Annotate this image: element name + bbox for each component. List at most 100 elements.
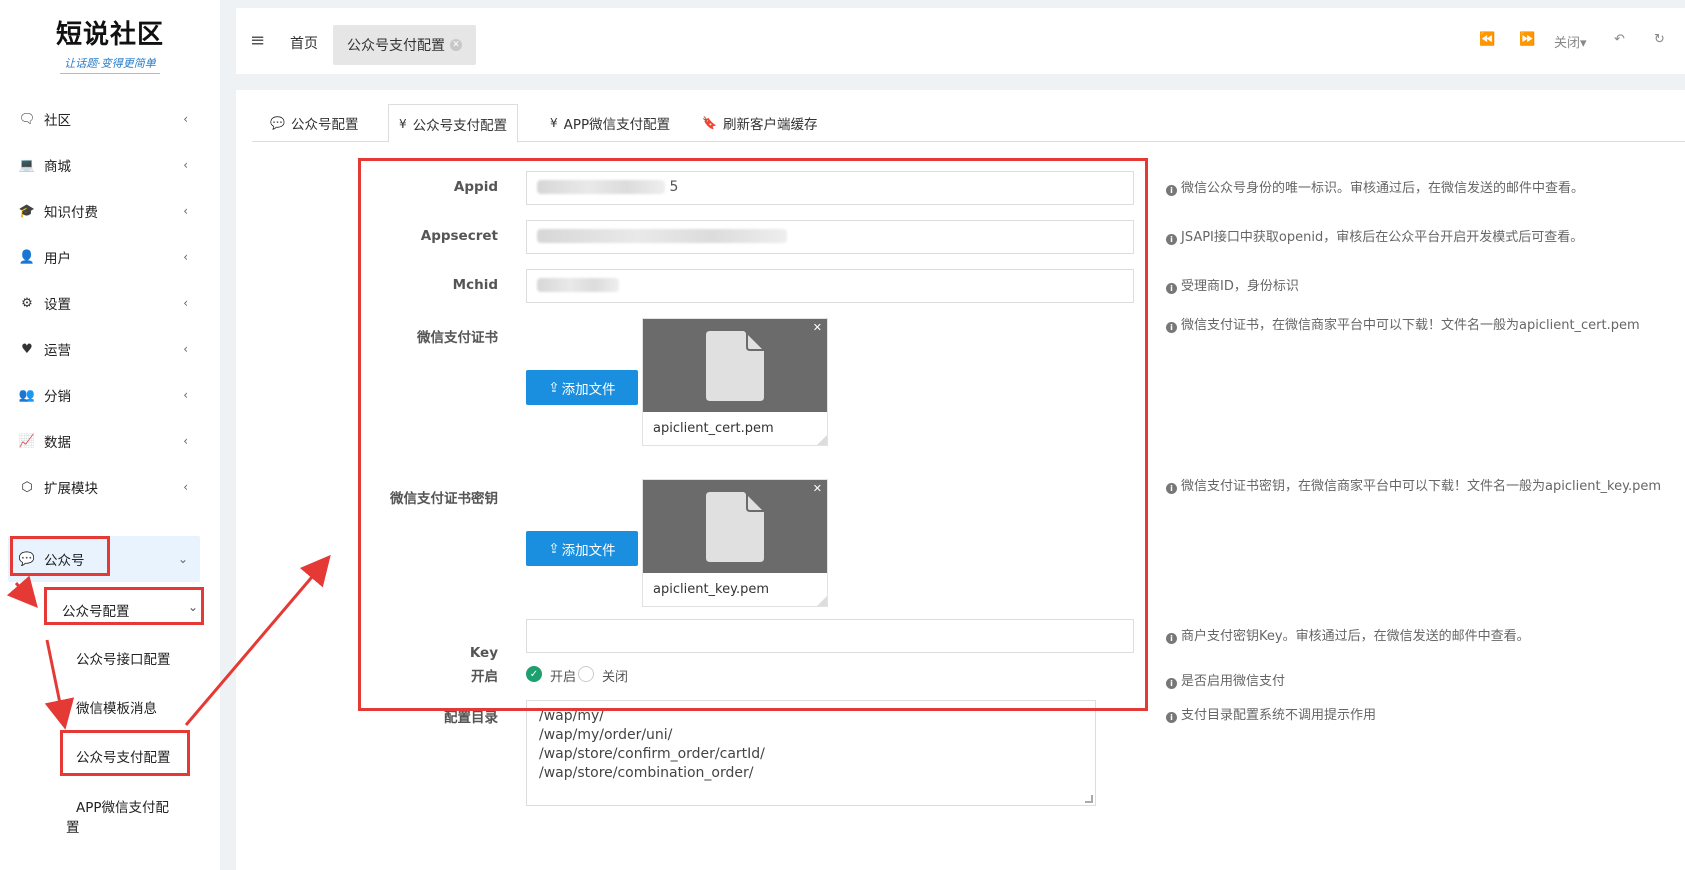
chevron-left-icon: ‹ — [183, 112, 188, 126]
add-cert-file-button[interactable]: ⇪ 添加文件 — [526, 370, 638, 405]
tab-pay-config[interactable]: 公众号支付配置 ✕ — [333, 25, 476, 65]
sidebar-item-label: 社区 — [44, 113, 71, 129]
file-icon — [706, 330, 766, 401]
appsecret-field[interactable] — [526, 220, 1134, 254]
info-icon: i — [1166, 712, 1177, 723]
cert-label: 微信支付证书 — [417, 330, 498, 346]
key-field[interactable] — [526, 619, 1134, 653]
chevron-down-icon: ⌄ — [177, 552, 188, 566]
dir-line: /wap/my/ — [539, 708, 604, 724]
line-chart-icon: 📈 — [18, 433, 36, 449]
dirs-help: i 支付目录配置系统不调用提示作用 — [1166, 704, 1376, 723]
file-thumb: ✕ — [643, 480, 827, 573]
caret-down-icon: ▾ — [1580, 36, 1587, 51]
sidebar-item-operations[interactable]: ♥ 运营 ‹ — [8, 326, 200, 372]
undo-icon[interactable]: ↶ — [1614, 32, 1625, 47]
remove-file-icon[interactable]: ✕ — [813, 321, 822, 334]
info-icon: i — [1166, 283, 1177, 294]
close-dropdown[interactable]: 关闭▾ — [1554, 32, 1587, 51]
enable-radio-group: ✓ 开启 关闭 — [526, 666, 646, 685]
help-text: 微信支付证书密钥，在微信商家平台中可以下载！文件名一般为apiclient_ke… — [1181, 479, 1661, 494]
config-tabs: 💬 公众号配置 ¥ 公众号支付配置 ¥ APP微信支付配置 🔖 刷新客户端缓存 — [252, 104, 1685, 143]
upload-icon: ⇪ — [548, 540, 560, 557]
sidebar-item-label: 公众号 — [44, 553, 85, 569]
sidebar-sub-wechat-config[interactable]: 公众号配置 ⌄ — [62, 600, 198, 620]
sidebar-item-extensions[interactable]: ⬡ 扩展模块 ‹ — [8, 464, 200, 510]
yen-icon: ¥ — [399, 116, 407, 131]
close-icon[interactable]: ✕ — [450, 39, 462, 51]
chevron-left-icon: ‹ — [183, 296, 188, 310]
redacted-value — [537, 229, 787, 243]
chevron-down-icon: ⌄ — [187, 600, 198, 614]
sidebar-sub-api-config[interactable]: 公众号接口配置 — [76, 648, 171, 668]
help-text: 商户支付密钥Key。审核通过后，在微信发送的邮件中查看。 — [1181, 629, 1530, 644]
sidebar-item-users[interactable]: 👤 用户 ‹ — [8, 234, 200, 280]
wechat-icon: 💬 — [18, 551, 36, 567]
info-icon: i — [1166, 678, 1177, 689]
sidebar-sub-pay-config[interactable]: 公众号支付配置 — [76, 746, 171, 766]
sidebar-item-data[interactable]: 📈 数据 ‹ — [8, 418, 200, 464]
dirs-textarea[interactable]: /wap/my/ /wap/my/order/uni/ /wap/store/c… — [526, 700, 1096, 806]
sidebar-item-mall[interactable]: 💻 商城 ‹ — [8, 142, 200, 188]
sidebar-item-community[interactable]: 🗨 社区 ‹ — [8, 96, 200, 142]
sidebar-item-label: 知识付费 — [44, 205, 98, 221]
logo-title: 短说社区 — [55, 20, 164, 50]
sidebar-item-settings[interactable]: ⚙ 设置 ‹ — [8, 280, 200, 326]
tab-label: 公众号支付配置 — [347, 38, 445, 54]
enable-label: 开启 — [471, 669, 498, 685]
info-icon: i — [1166, 483, 1177, 494]
resize-corner — [817, 596, 827, 606]
chevron-left-icon: ‹ — [183, 434, 188, 448]
tab-label: 刷新客户端缓存 — [722, 117, 818, 133]
scroll-right-icon[interactable]: ⏩ — [1519, 32, 1535, 47]
dir-line: /wap/store/confirm_order/cartId/ — [539, 746, 765, 762]
radio-off[interactable] — [578, 666, 594, 682]
logo: 短说社区 让话题·变得更简单 — [0, 0, 220, 92]
tab-app-pay-config[interactable]: ¥ APP微信支付配置 — [540, 104, 680, 142]
sidebar-sub-label: APP微信支付配 — [76, 800, 170, 816]
key-file-preview: ✕ apiclient_key.pem — [642, 479, 828, 607]
button-label: 添加文件 — [561, 381, 616, 398]
dir-line: /wap/store/combination_order/ — [539, 765, 754, 781]
key-help: i 商户支付密钥Key。审核通过后，在微信发送的邮件中查看。 — [1166, 625, 1530, 644]
puzzle-icon: ⬡ — [21, 479, 33, 495]
appsecret-label: Appsecret — [420, 228, 498, 244]
help-text: 支付目录配置系统不调用提示作用 — [1181, 708, 1377, 723]
sidebar: 短说社区 让话题·变得更简单 🗨 社区 ‹ 💻 商城 ‹ 🎓 知识付费 ‹ 👤 … — [0, 0, 220, 870]
sidebar-sub-label: 公众号配置 — [62, 604, 130, 620]
heartbeat-icon: ♥ — [21, 341, 33, 357]
sidebar-sub-template-msg[interactable]: 微信模板消息 — [76, 697, 157, 717]
refresh-icon[interactable]: ↻ — [1654, 32, 1665, 47]
sidebar-item-label: 设置 — [44, 297, 71, 313]
help-text: 微信公众号身份的唯一标识。审核通过后，在微信发送的邮件中查看。 — [1181, 181, 1585, 196]
key-label: Key — [469, 645, 498, 661]
tab-wechat-config[interactable]: 💬 公众号配置 — [260, 104, 368, 142]
mchid-help: i 受理商ID，身份标识 — [1166, 275, 1299, 294]
add-key-file-button[interactable]: ⇪ 添加文件 — [526, 531, 638, 566]
redacted-value — [537, 180, 665, 194]
tab-home[interactable]: 首页 — [290, 33, 318, 53]
scroll-left-icon[interactable]: ⏪ — [1479, 32, 1495, 47]
help-text: 是否启用微信支付 — [1181, 674, 1286, 689]
tab-wechat-pay-config[interactable]: ¥ 公众号支付配置 — [388, 104, 519, 143]
remove-file-icon[interactable]: ✕ — [813, 482, 822, 495]
tab-refresh-cache[interactable]: 🔖 刷新客户端缓存 — [692, 104, 827, 142]
chevron-left-icon: ‹ — [183, 204, 188, 218]
resize-grip-icon[interactable] — [1085, 795, 1093, 803]
sidebar-item-wechat[interactable]: 💬 公众号 ⌄ — [8, 536, 200, 582]
appid-field[interactable]: 5 — [526, 171, 1134, 205]
sidebar-sub-app-pay-config[interactable]: APP微信支付配 — [76, 796, 169, 816]
menu-toggle-icon[interactable]: ≡ — [250, 30, 265, 51]
sidebar-item-label: 运营 — [44, 343, 71, 359]
comments-icon: 🗨 — [18, 111, 36, 127]
mchid-field[interactable] — [526, 269, 1134, 303]
sidebar-item-knowledge[interactable]: 🎓 知识付费 ‹ — [8, 188, 200, 234]
upload-icon: ⇪ — [548, 379, 560, 396]
laptop-icon: 💻 — [18, 157, 36, 173]
info-icon: i — [1166, 322, 1177, 333]
cert-file-name: apiclient_cert.pem — [653, 421, 774, 436]
sidebar-item-distribution[interactable]: 👥 分销 ‹ — [8, 372, 200, 418]
sidebar-sub-app-pay-config-wrap: 置 — [66, 820, 80, 836]
radio-on[interactable]: ✓ — [526, 666, 542, 682]
gear-icon: ⚙ — [21, 295, 33, 311]
